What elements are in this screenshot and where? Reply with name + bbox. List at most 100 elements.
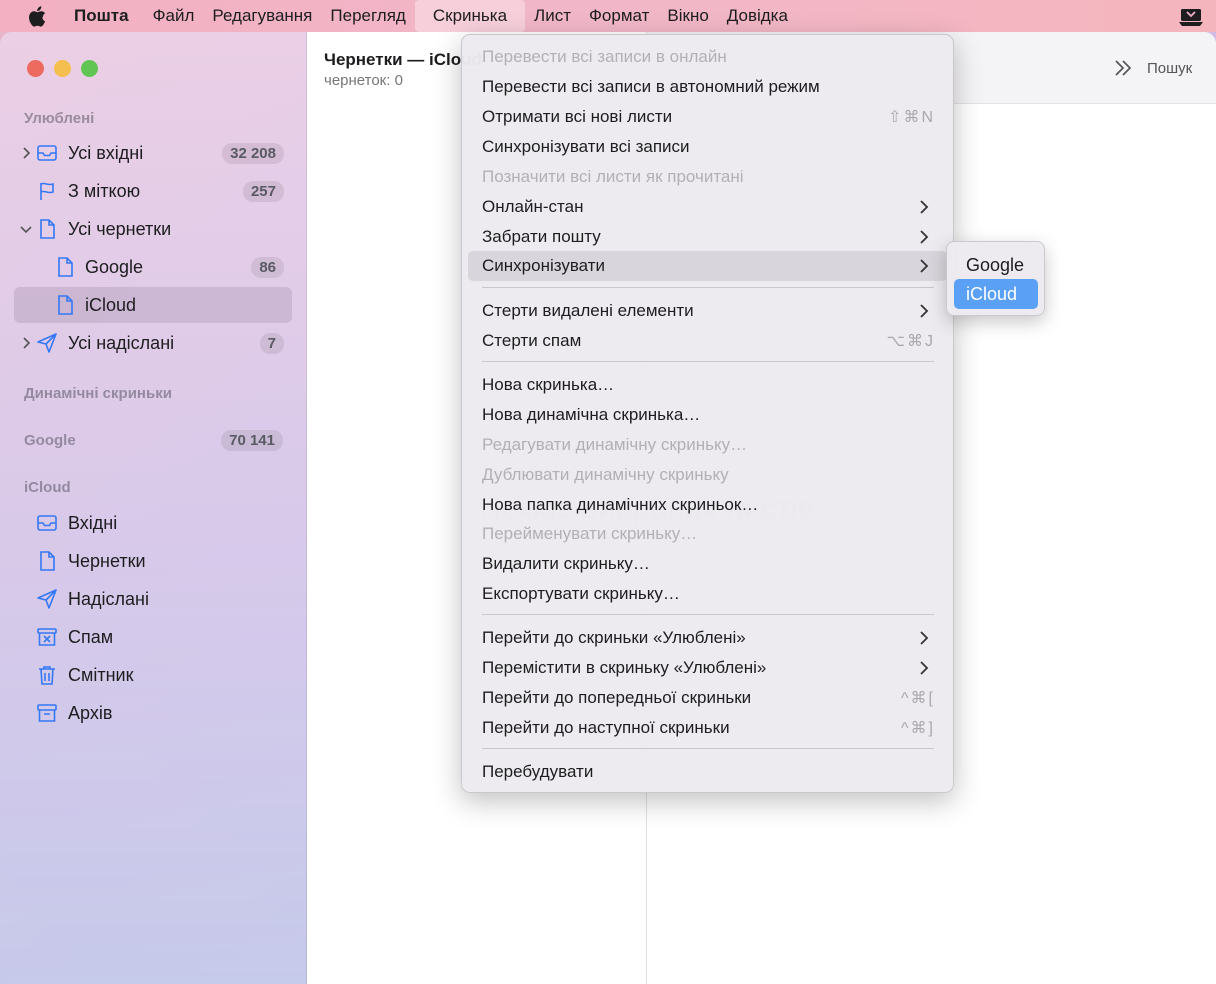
menu-item-move-to-favorite[interactable]: Перемістити в скриньку «Улюблені» <box>468 653 947 683</box>
menu-item-export-mailbox[interactable]: Експортувати скриньку… <box>468 579 947 609</box>
menu-item-erase-deleted[interactable]: Стерти видалені елементи <box>468 296 947 326</box>
menu-item-delete-mailbox[interactable]: Видалити скриньку… <box>468 549 947 579</box>
count-badge: 70 141 <box>221 430 283 451</box>
section-smart-mailboxes[interactable]: Динамічні скриньки <box>24 385 172 402</box>
apple-menu[interactable] <box>0 0 74 32</box>
doc-icon <box>40 551 55 571</box>
mailbox-menu: Перевести всі записи в онлайн Перевести … <box>461 34 954 793</box>
menu-item-go-previous[interactable]: Перейти до попередньої скриньки ^⌘[ <box>468 683 947 713</box>
chevron-double-right-icon[interactable] <box>1113 58 1133 78</box>
menu-item-go-to-favorite[interactable]: Перейти до скриньки «Улюблені» <box>468 623 947 653</box>
sidebar-item-icloud-sent[interactable]: Надіслані <box>14 581 292 617</box>
sidebar-item-flagged[interactable]: З міткою 257 <box>14 173 292 209</box>
menu-item-rename-mailbox: Перейменувати скриньку… <box>482 524 698 543</box>
chevron-down-icon[interactable] <box>20 223 32 235</box>
menu-item-take-all-offline[interactable]: Перевести всі записи в автономний режим <box>468 72 947 102</box>
sidebar-item-label: Смітник <box>68 664 134 685</box>
sidebar-item-drafts-google[interactable]: Google 86 <box>14 249 292 285</box>
menu-bar: Пошта Файл Редагування Перегляд Скринька… <box>0 0 1216 32</box>
menu-app-name[interactable]: Пошта <box>74 0 138 32</box>
menu-window[interactable]: Вікно <box>658 0 717 32</box>
count-badge: 86 <box>251 256 284 278</box>
chevron-right-icon <box>920 200 929 214</box>
menu-item-sync-all[interactable]: Синхронізувати всі записи <box>468 132 947 162</box>
zoom-button[interactable] <box>81 60 98 77</box>
chevron-right-icon <box>920 661 929 675</box>
menu-message[interactable]: Лист <box>525 0 580 32</box>
paperplane-icon <box>37 589 57 609</box>
sidebar-item-label: Чернетки <box>68 550 146 571</box>
sidebar-item-drafts-icloud[interactable]: iCloud <box>14 287 292 323</box>
sidebar-item-label: Усі вхідні <box>68 142 144 163</box>
menu-help[interactable]: Довідка <box>718 0 797 32</box>
section-icloud[interactable]: iCloud <box>24 479 71 496</box>
menu-item-get-new-mail[interactable]: Отримати всі нові листи ⇧⌘N <box>468 102 947 132</box>
submenu-item-google[interactable]: Google <box>954 250 1038 280</box>
sidebar-item-all-drafts[interactable]: Усі чернетки <box>14 211 292 247</box>
inbox-icon <box>37 515 57 531</box>
section-favorites[interactable]: Улюблені <box>24 110 94 127</box>
chevron-right-icon <box>920 259 929 273</box>
inbox-icon <box>37 145 57 161</box>
menu-item-take-all-online: Перевести всі записи в онлайн <box>482 47 727 66</box>
minimize-button[interactable] <box>54 60 71 77</box>
menu-item-new-smart-mailbox[interactable]: Нова динамічна скринька… <box>468 400 947 430</box>
archive-icon <box>37 704 57 722</box>
menu-separator <box>482 361 934 362</box>
mailbox-title: Чернетки — iCloud <box>324 50 482 69</box>
sidebar-item-all-inboxes[interactable]: Усі вхідні 32 208 <box>14 135 292 171</box>
menu-item-rebuild[interactable]: Перебудувати <box>468 757 947 787</box>
sidebar-item-label: Google <box>85 256 144 277</box>
doc-icon <box>58 295 73 315</box>
paperplane-icon <box>37 333 57 353</box>
chevron-right-icon <box>920 631 929 645</box>
count-badge: 257 <box>242 180 284 202</box>
menu-item-synchronize[interactable]: Синхронізувати <box>468 251 947 281</box>
chevron-right-icon <box>920 230 929 244</box>
menu-separator <box>482 287 934 288</box>
menu-item-new-mailbox[interactable]: Нова скринька… <box>468 370 947 400</box>
sidebar-item-label: Вхідні <box>68 512 118 533</box>
shortcut-label: ⇧⌘N <box>888 109 935 126</box>
menu-view[interactable]: Перегляд <box>321 0 414 32</box>
close-button[interactable] <box>27 60 44 77</box>
sidebar-item-label: Усі чернетки <box>68 218 172 239</box>
search-button[interactable]: Пошук <box>1147 60 1192 77</box>
sidebar-item-icloud-trash[interactable]: Смітник <box>14 657 292 693</box>
shortcut-label: ^⌘[ <box>901 690 935 707</box>
menu-format[interactable]: Формат <box>580 0 658 32</box>
sidebar-item-label: З міткою <box>68 180 141 201</box>
unread-count-badge: 32 208 <box>222 142 284 164</box>
menu-separator <box>482 614 934 615</box>
menu-item-mark-all-read: Позначити всі листи як прочитані <box>482 167 744 186</box>
sidebar-item-icloud-junk[interactable]: Спам <box>14 619 292 655</box>
chevron-right-icon[interactable] <box>20 147 32 159</box>
menu-item-go-next[interactable]: Перейти до наступної скриньки ^⌘] <box>468 713 947 743</box>
doc-icon <box>40 219 55 239</box>
chevron-right-icon <box>920 304 929 318</box>
sidebar-item-label: Спам <box>68 626 114 647</box>
menu-separator <box>482 748 934 749</box>
doc-icon <box>58 257 73 277</box>
menu-item-new-smart-folder[interactable]: Нова папка динамічних скриньок… <box>468 490 947 520</box>
menu-item-duplicate-smart-mailbox: Дублювати динамічну скриньку <box>482 465 729 484</box>
sidebar-item-icloud-archive[interactable]: Архів <box>14 695 292 731</box>
chevron-right-icon[interactable] <box>20 337 32 349</box>
section-google[interactable]: Google <box>24 432 76 449</box>
menu-item-online-status[interactable]: Онлайн-стан <box>468 192 947 222</box>
sidebar-item-all-sent[interactable]: Усі надіслані 7 <box>14 325 292 361</box>
junk-icon <box>37 628 57 646</box>
menu-item-get-mail[interactable]: Забрати пошту <box>468 222 947 252</box>
menu-item-erase-junk[interactable]: Стерти спам ⌥⌘J <box>468 326 947 356</box>
shortcut-label: ^⌘] <box>901 720 935 737</box>
menu-mailbox[interactable]: Скринька <box>414 0 526 32</box>
sidebar-item-label: Архів <box>68 702 113 723</box>
sidebar-item-icloud-drafts[interactable]: Чернетки <box>14 543 292 579</box>
mailbox-subtitle: чернеток: 0 <box>324 72 403 89</box>
count-badge: 7 <box>259 332 284 354</box>
flag-icon <box>40 182 54 200</box>
menu-file[interactable]: Файл <box>144 0 204 32</box>
submenu-item-icloud[interactable]: iCloud <box>954 279 1038 309</box>
tray-icon[interactable] <box>1178 5 1204 27</box>
menu-edit[interactable]: Редагування <box>203 0 321 32</box>
